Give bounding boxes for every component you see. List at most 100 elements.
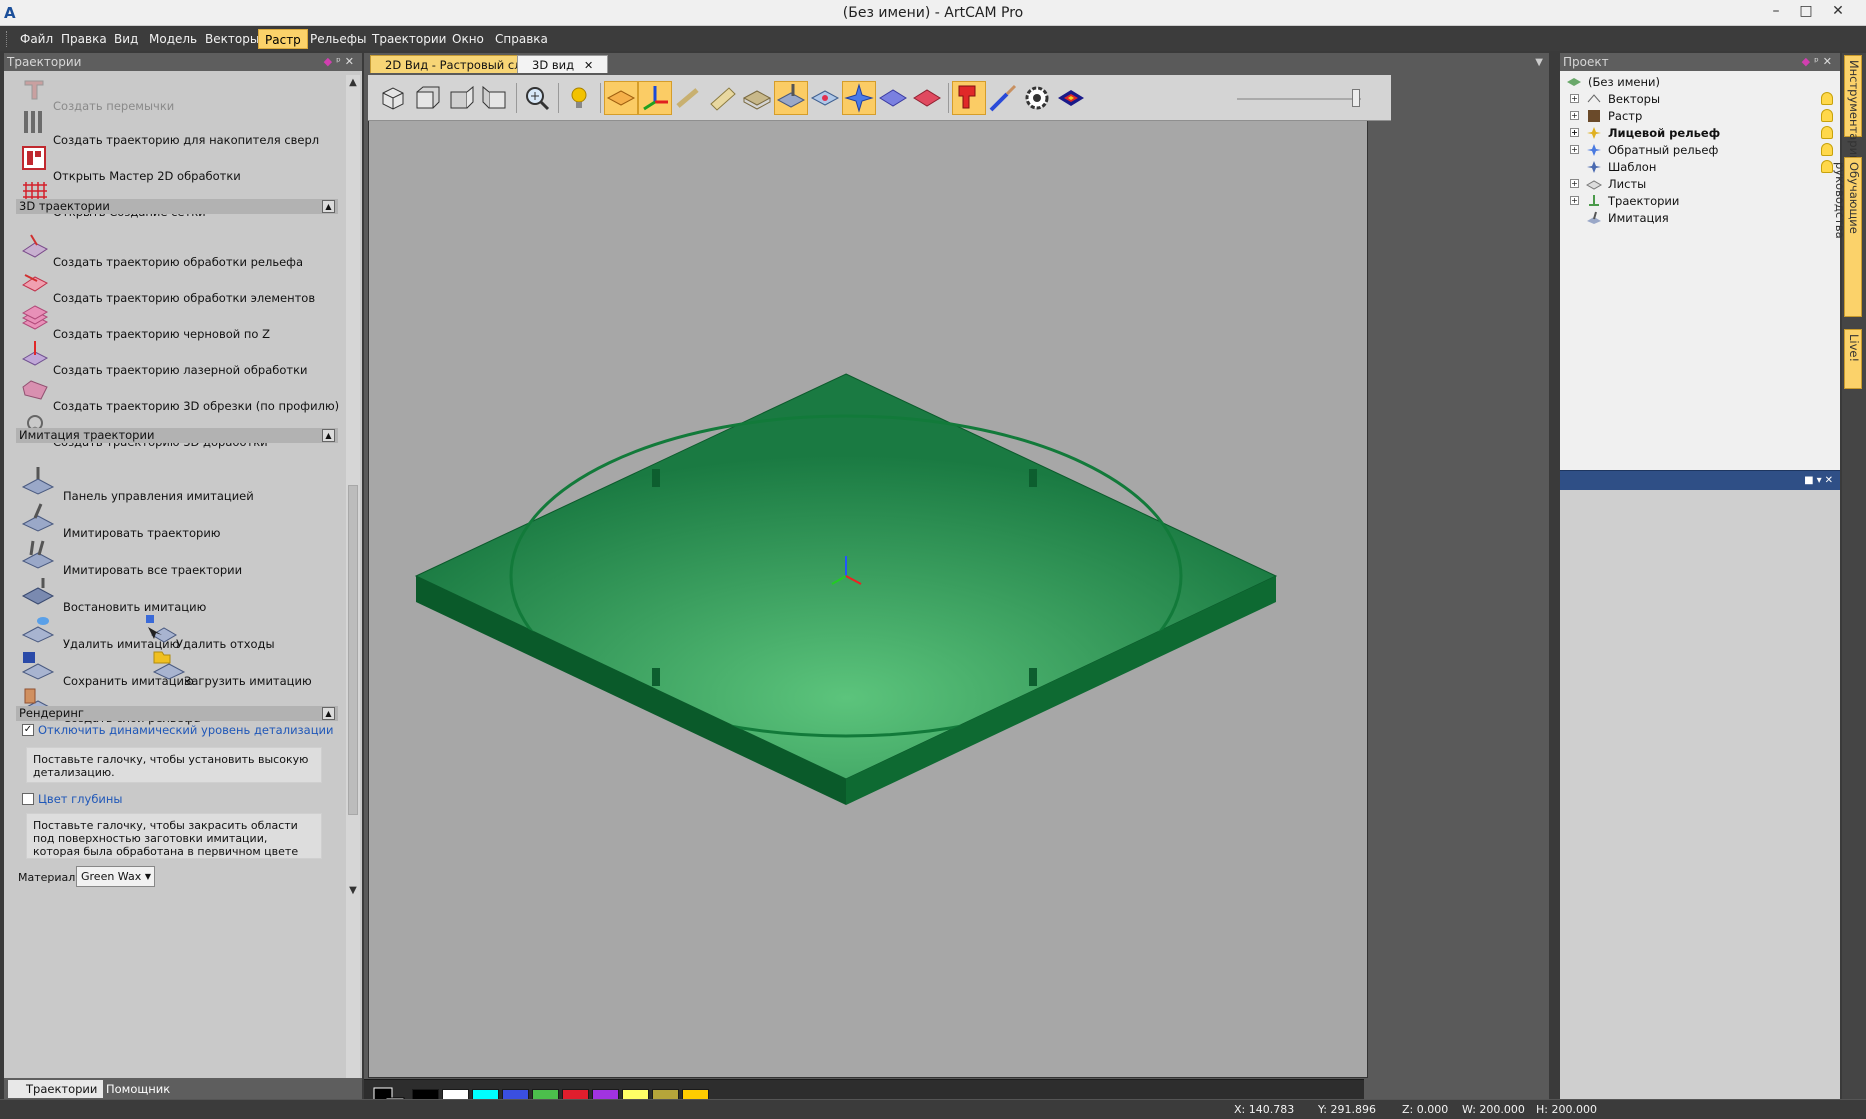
pin-icon[interactable]: ◆	[324, 55, 336, 68]
visibility-bulb-icon[interactable]	[1821, 160, 1833, 173]
laser-action[interactable]: Создать траекторию лазерной обработки	[17, 337, 337, 377]
section-rendering[interactable]: Рендеринг ▲	[16, 706, 338, 721]
autohide-icon[interactable]: ᵖ	[1814, 55, 1823, 68]
block-icon[interactable]	[740, 81, 774, 115]
scroll-thumb[interactable]	[348, 485, 358, 815]
light-bulb-icon[interactable]	[562, 81, 596, 115]
autohide-icon[interactable]: ᵖ	[336, 55, 345, 68]
menu-reliefs[interactable]: Рельефы	[304, 29, 372, 49]
pin-icon[interactable]: ◆	[1802, 55, 1814, 68]
plane-view-icon[interactable]	[604, 81, 638, 115]
expand-icon[interactable]: +	[1570, 179, 1579, 188]
close-panel-icon[interactable]: ✕	[345, 55, 358, 68]
zoom-icon[interactable]	[520, 81, 554, 115]
tree-template[interactable]: Шаблон	[1586, 158, 1833, 176]
tab-toolbox[interactable]: Инструментарий	[1844, 55, 1862, 163]
close-panel-icon[interactable]: ✕	[1823, 55, 1836, 68]
close-button[interactable]: ✕	[1824, 0, 1852, 24]
tree-bitmap[interactable]: + Растр	[1570, 107, 1833, 125]
tree-vectors[interactable]: + Векторы	[1570, 90, 1833, 108]
dynamic-detail-label[interactable]: Отключить динамический уровень детализац…	[38, 723, 334, 737]
visibility-bulb-icon[interactable]	[1821, 126, 1833, 139]
material-select[interactable]: Green Wax ▼	[76, 866, 155, 887]
wizard-2d-action[interactable]: Открыть Мастер 2D обработки	[17, 143, 337, 183]
tree-back-relief[interactable]: + Обратный рельеф	[1570, 141, 1833, 159]
depth-color-checkbox[interactable]	[22, 793, 34, 805]
menu-bitmap[interactable]: Растр	[258, 29, 308, 49]
collapse-icon[interactable]: ▲	[322, 429, 335, 442]
machine-icon[interactable]	[952, 81, 986, 115]
ruler-icon[interactable]	[706, 81, 740, 115]
slider-thumb[interactable]	[1352, 89, 1360, 107]
depth-color-label[interactable]: Цвет глубины	[38, 792, 123, 806]
menu-window[interactable]: Окно	[446, 29, 490, 49]
properties-controls-icon[interactable]: ■▾✕	[1804, 475, 1836, 486]
load-sim-action[interactable]: Загрузить имитацию	[148, 648, 318, 688]
maximize-button[interactable]: □	[1792, 0, 1820, 24]
scroll-up-icon[interactable]: ▲	[346, 77, 360, 88]
expand-icon[interactable]: +	[1570, 196, 1579, 205]
simulate-action[interactable]: Имитировать траекторию	[17, 500, 337, 540]
sim-panel-action[interactable]: Панель управления имитацией	[17, 463, 337, 503]
simulate-block-icon[interactable]	[774, 81, 808, 115]
menu-file[interactable]: Файл	[14, 29, 59, 49]
menu-help[interactable]: Справка	[489, 29, 554, 49]
expand-icon[interactable]: +	[1570, 128, 1579, 137]
doc-menu-icon[interactable]: ▼	[1535, 57, 1543, 68]
tab-live[interactable]: Live!	[1844, 329, 1862, 389]
expand-icon[interactable]: +	[1570, 111, 1579, 120]
tree-toolpaths[interactable]: + Траектории	[1570, 192, 1679, 210]
menu-model[interactable]: Модель	[143, 29, 203, 49]
z-rough-action[interactable]: Создать траекторию черновой по Z	[17, 301, 337, 341]
menu-edit[interactable]: Правка	[55, 29, 113, 49]
relief-toolpath-action[interactable]: Создать траекторию обработки рельефа	[17, 229, 337, 269]
feature-toolpath-action[interactable]: Создать траекторию обработки элементов	[17, 265, 337, 305]
visibility-bulb-icon[interactable]	[1821, 92, 1833, 105]
axes-icon[interactable]	[638, 81, 672, 115]
menu-vectors[interactable]: Векторы	[199, 29, 265, 49]
menu-toolpaths[interactable]: Траектории	[366, 29, 452, 49]
iso-view-icon[interactable]	[376, 81, 410, 115]
tool-icon[interactable]	[672, 81, 706, 115]
left-scrollbar[interactable]: ▲ ▼	[346, 75, 360, 1105]
expand-icon[interactable]: +	[1570, 145, 1579, 154]
simulate-all-action[interactable]: Имитировать все траектории	[17, 537, 337, 577]
blue-layer-icon[interactable]	[876, 81, 910, 115]
red-layer-icon[interactable]	[910, 81, 944, 115]
tree-root[interactable]: (Без имени)	[1566, 73, 1660, 91]
trim-3d-action[interactable]: Создать траекторию 3D обрезки (по профил…	[17, 373, 339, 413]
visibility-bulb-icon[interactable]	[1821, 109, 1833, 122]
close-tab-icon[interactable]: ✕	[584, 59, 593, 72]
section-3d-toolpaths[interactable]: 3D траектории ▲	[16, 199, 338, 214]
status-h: H: 200.000	[1536, 1103, 1597, 1116]
paint-icon[interactable]	[986, 81, 1020, 115]
left-view-icon[interactable]	[444, 81, 478, 115]
tree-front-relief[interactable]: + Лицевой рельеф	[1570, 124, 1833, 142]
front-view-icon[interactable]	[410, 81, 444, 115]
collapse-icon[interactable]: ▲	[322, 200, 335, 213]
color-plane-icon[interactable]	[808, 81, 842, 115]
menu-view[interactable]: Вид	[108, 29, 144, 49]
tab-3d-view[interactable]: 3D вид ✕	[517, 55, 609, 73]
expand-icon[interactable]: +	[1570, 94, 1579, 103]
minimize-button[interactable]: –	[1762, 0, 1790, 24]
collapse-icon[interactable]: ▲	[322, 707, 335, 720]
drill-bank-action[interactable]: Создать траекторию для накопителя сверл	[17, 107, 337, 147]
tab-tutorials[interactable]: Обучающие руководства	[1833, 157, 1862, 317]
delete-waste-action[interactable]: Удалить отходы	[140, 611, 300, 651]
tab-assistant[interactable]: Помощник	[88, 1080, 176, 1098]
dynamic-detail-checkbox[interactable]: ✓	[22, 724, 34, 736]
save-sim-action[interactable]: Сохранить имитацию	[17, 648, 194, 688]
right-view-icon[interactable]	[478, 81, 512, 115]
tree-simulation[interactable]: Имитация	[1586, 209, 1669, 227]
tree-sheets[interactable]: + Листы	[1570, 175, 1646, 193]
section-simulation[interactable]: Имитация траектории ▲	[16, 428, 338, 443]
color-map-icon[interactable]	[1054, 81, 1088, 115]
scroll-down-icon[interactable]: ▼	[346, 885, 360, 896]
tree-label: Шаблон	[1608, 160, 1657, 174]
3d-viewport[interactable]	[368, 75, 1368, 1078]
visibility-bulb-icon[interactable]	[1821, 143, 1833, 156]
star-light-icon[interactable]	[842, 81, 876, 115]
gear-icon[interactable]	[1020, 81, 1054, 115]
restore-sim-action[interactable]: Востановить имитацию	[17, 574, 337, 614]
